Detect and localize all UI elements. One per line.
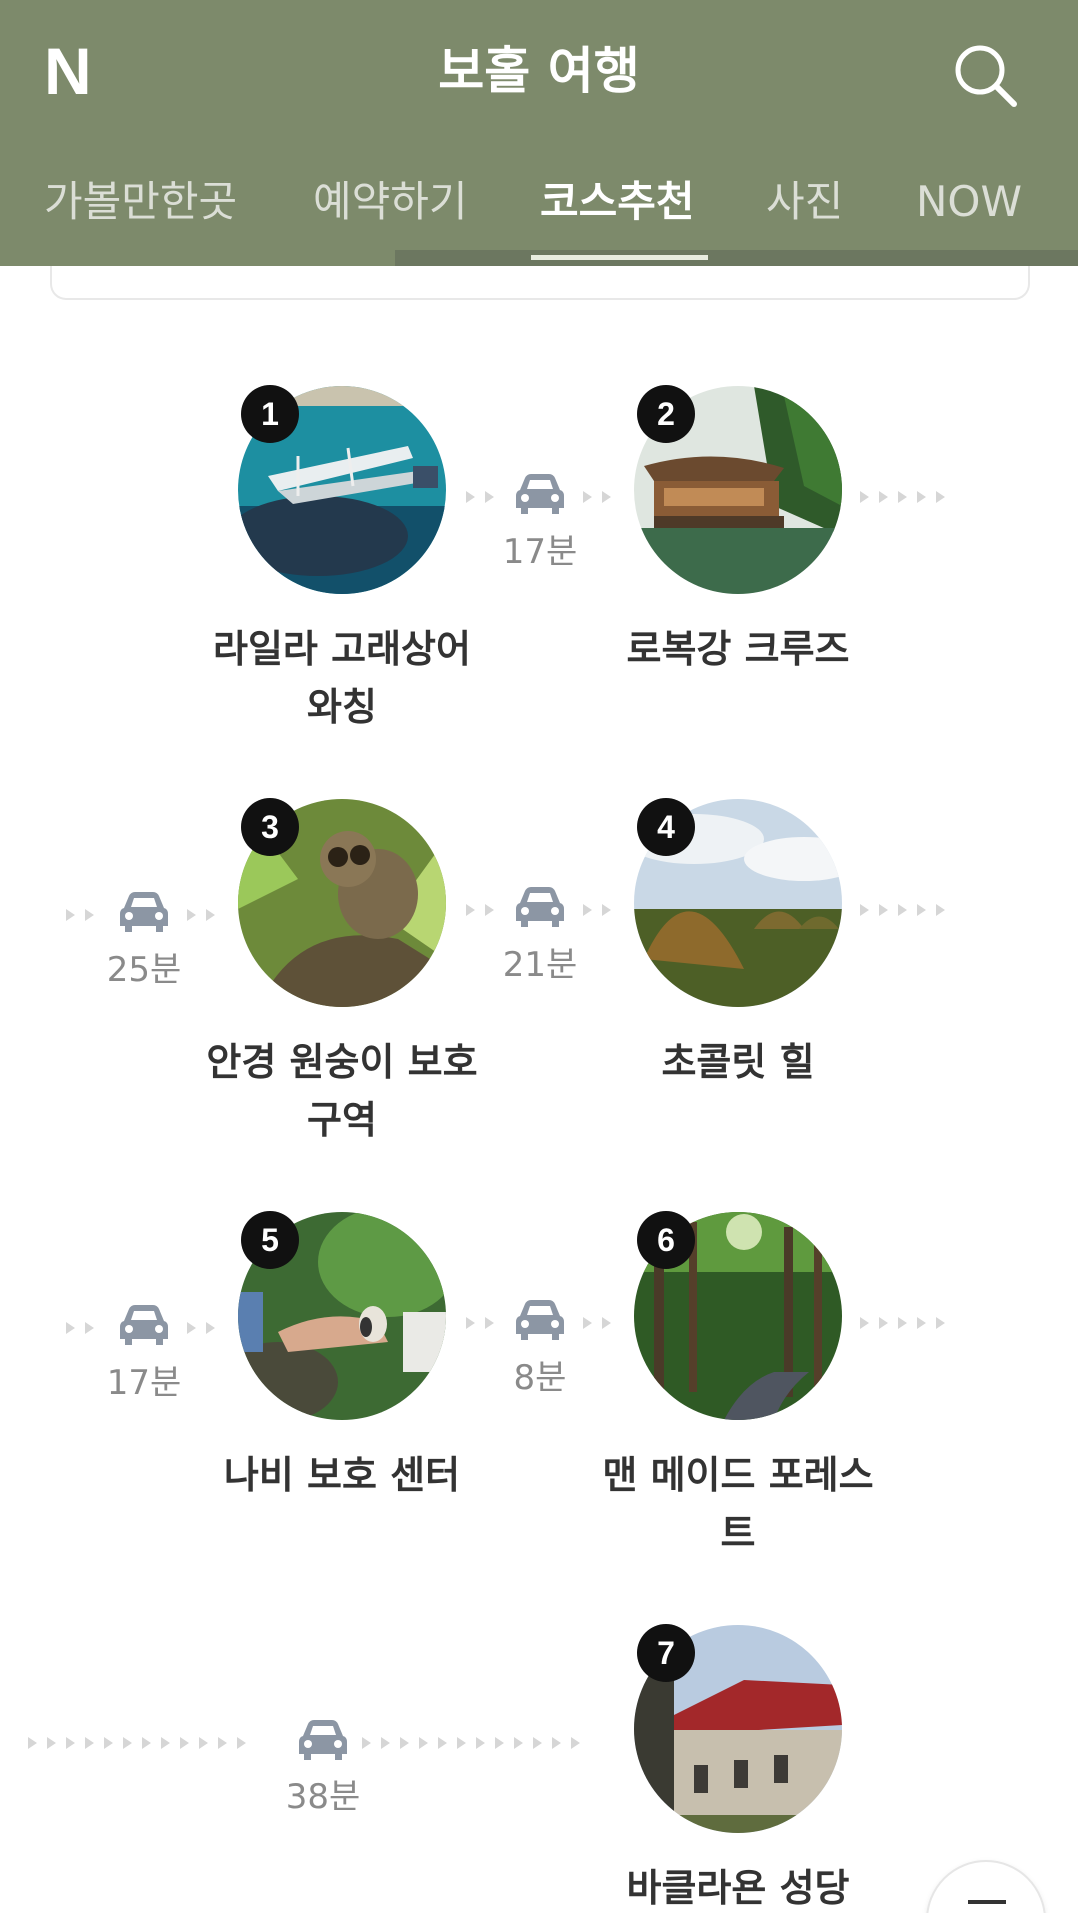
route-arrows bbox=[466, 1316, 494, 1330]
scroll-top-button[interactable] bbox=[926, 1860, 1046, 1913]
stop-name-5[interactable]: 나비 보호 센터 bbox=[182, 1446, 502, 1504]
active-tab-indicator bbox=[531, 255, 708, 260]
tab-bar: 가볼만한곳 예약하기 코스추천 사진 NOW bbox=[0, 162, 1078, 262]
stop-name-line: 로복강 크루즈 bbox=[626, 627, 850, 671]
stop-name-line: 라일라 고래상어 bbox=[213, 627, 471, 671]
stop-name-line: 나비 보호 센터 bbox=[223, 1453, 461, 1497]
stop-name-line: 초콜릿 힐 bbox=[661, 1040, 815, 1084]
car-icon bbox=[515, 472, 565, 516]
stop-number-badge: 4 bbox=[637, 798, 695, 856]
route-arrows bbox=[583, 1316, 611, 1330]
car-icon bbox=[119, 890, 169, 934]
stop-name-line: 구역 bbox=[307, 1098, 377, 1142]
stop-number-badge: 2 bbox=[637, 385, 695, 443]
route-arrows bbox=[187, 908, 215, 922]
app-header: N 보홀 여행 가볼만한곳 예약하기 코스추천 사진 NOW bbox=[0, 0, 1078, 266]
collapse-icon bbox=[968, 1900, 1006, 1904]
transfer-duration: 8분 bbox=[513, 1358, 567, 1398]
route-arrows bbox=[66, 1321, 94, 1335]
transfer-duration: 25분 bbox=[106, 950, 182, 990]
stop-name-line: 바클라욘 성당 bbox=[626, 1866, 850, 1910]
route-arrows bbox=[466, 490, 494, 504]
stop-name-7[interactable]: 바클라욘 성당 bbox=[578, 1859, 898, 1913]
route-arrows bbox=[28, 1736, 246, 1750]
route-arrows bbox=[187, 1321, 215, 1335]
route-arrows bbox=[860, 490, 945, 504]
route-arrows bbox=[860, 903, 945, 917]
tab-photos[interactable]: 사진 bbox=[766, 172, 843, 232]
tab-places[interactable]: 가볼만한곳 bbox=[44, 172, 237, 232]
stop-name-line: 트 bbox=[720, 1511, 756, 1555]
stop-name-line: 맨 메이드 포레스 bbox=[602, 1453, 874, 1497]
stop-number-badge: 5 bbox=[241, 1211, 299, 1269]
route-arrows bbox=[66, 908, 94, 922]
stop-name-3[interactable]: 안경 원숭이 보호 구역 bbox=[182, 1033, 502, 1149]
tab-now[interactable]: NOW bbox=[916, 172, 1022, 232]
car-icon bbox=[119, 1303, 169, 1347]
route-arrows bbox=[362, 1736, 580, 1750]
stop-number-badge: 6 bbox=[637, 1211, 695, 1269]
stop-name-4[interactable]: 초콜릿 힐 bbox=[578, 1033, 898, 1091]
stop-number-badge: 1 bbox=[241, 385, 299, 443]
route-arrows bbox=[583, 490, 611, 504]
tab-course[interactable]: 코스추천 bbox=[540, 172, 695, 232]
stop-number-badge: 3 bbox=[241, 798, 299, 856]
tab-booking[interactable]: 예약하기 bbox=[313, 172, 468, 232]
stop-name-6[interactable]: 맨 메이드 포레스 트 bbox=[578, 1446, 898, 1562]
stop-name-line: 와칭 bbox=[307, 685, 377, 729]
stop-number-badge: 7 bbox=[637, 1624, 695, 1682]
transfer-duration: 17분 bbox=[502, 532, 578, 572]
route-arrows bbox=[466, 903, 494, 917]
car-icon bbox=[515, 885, 565, 929]
route-arrows bbox=[583, 903, 611, 917]
stop-name-line: 안경 원숭이 보호 bbox=[206, 1040, 478, 1084]
transfer-duration: 21분 bbox=[502, 945, 578, 985]
transfer-duration: 17분 bbox=[106, 1363, 182, 1403]
stop-name-2[interactable]: 로복강 크루즈 bbox=[578, 620, 898, 678]
car-icon bbox=[298, 1718, 348, 1762]
page-title: 보홀 여행 bbox=[438, 42, 640, 100]
transfer-duration: 38분 bbox=[285, 1777, 361, 1817]
stop-name-1[interactable]: 라일라 고래상어 와칭 bbox=[182, 620, 502, 736]
route-arrows bbox=[860, 1316, 945, 1330]
search-icon[interactable] bbox=[950, 40, 1022, 112]
car-icon bbox=[515, 1298, 565, 1342]
